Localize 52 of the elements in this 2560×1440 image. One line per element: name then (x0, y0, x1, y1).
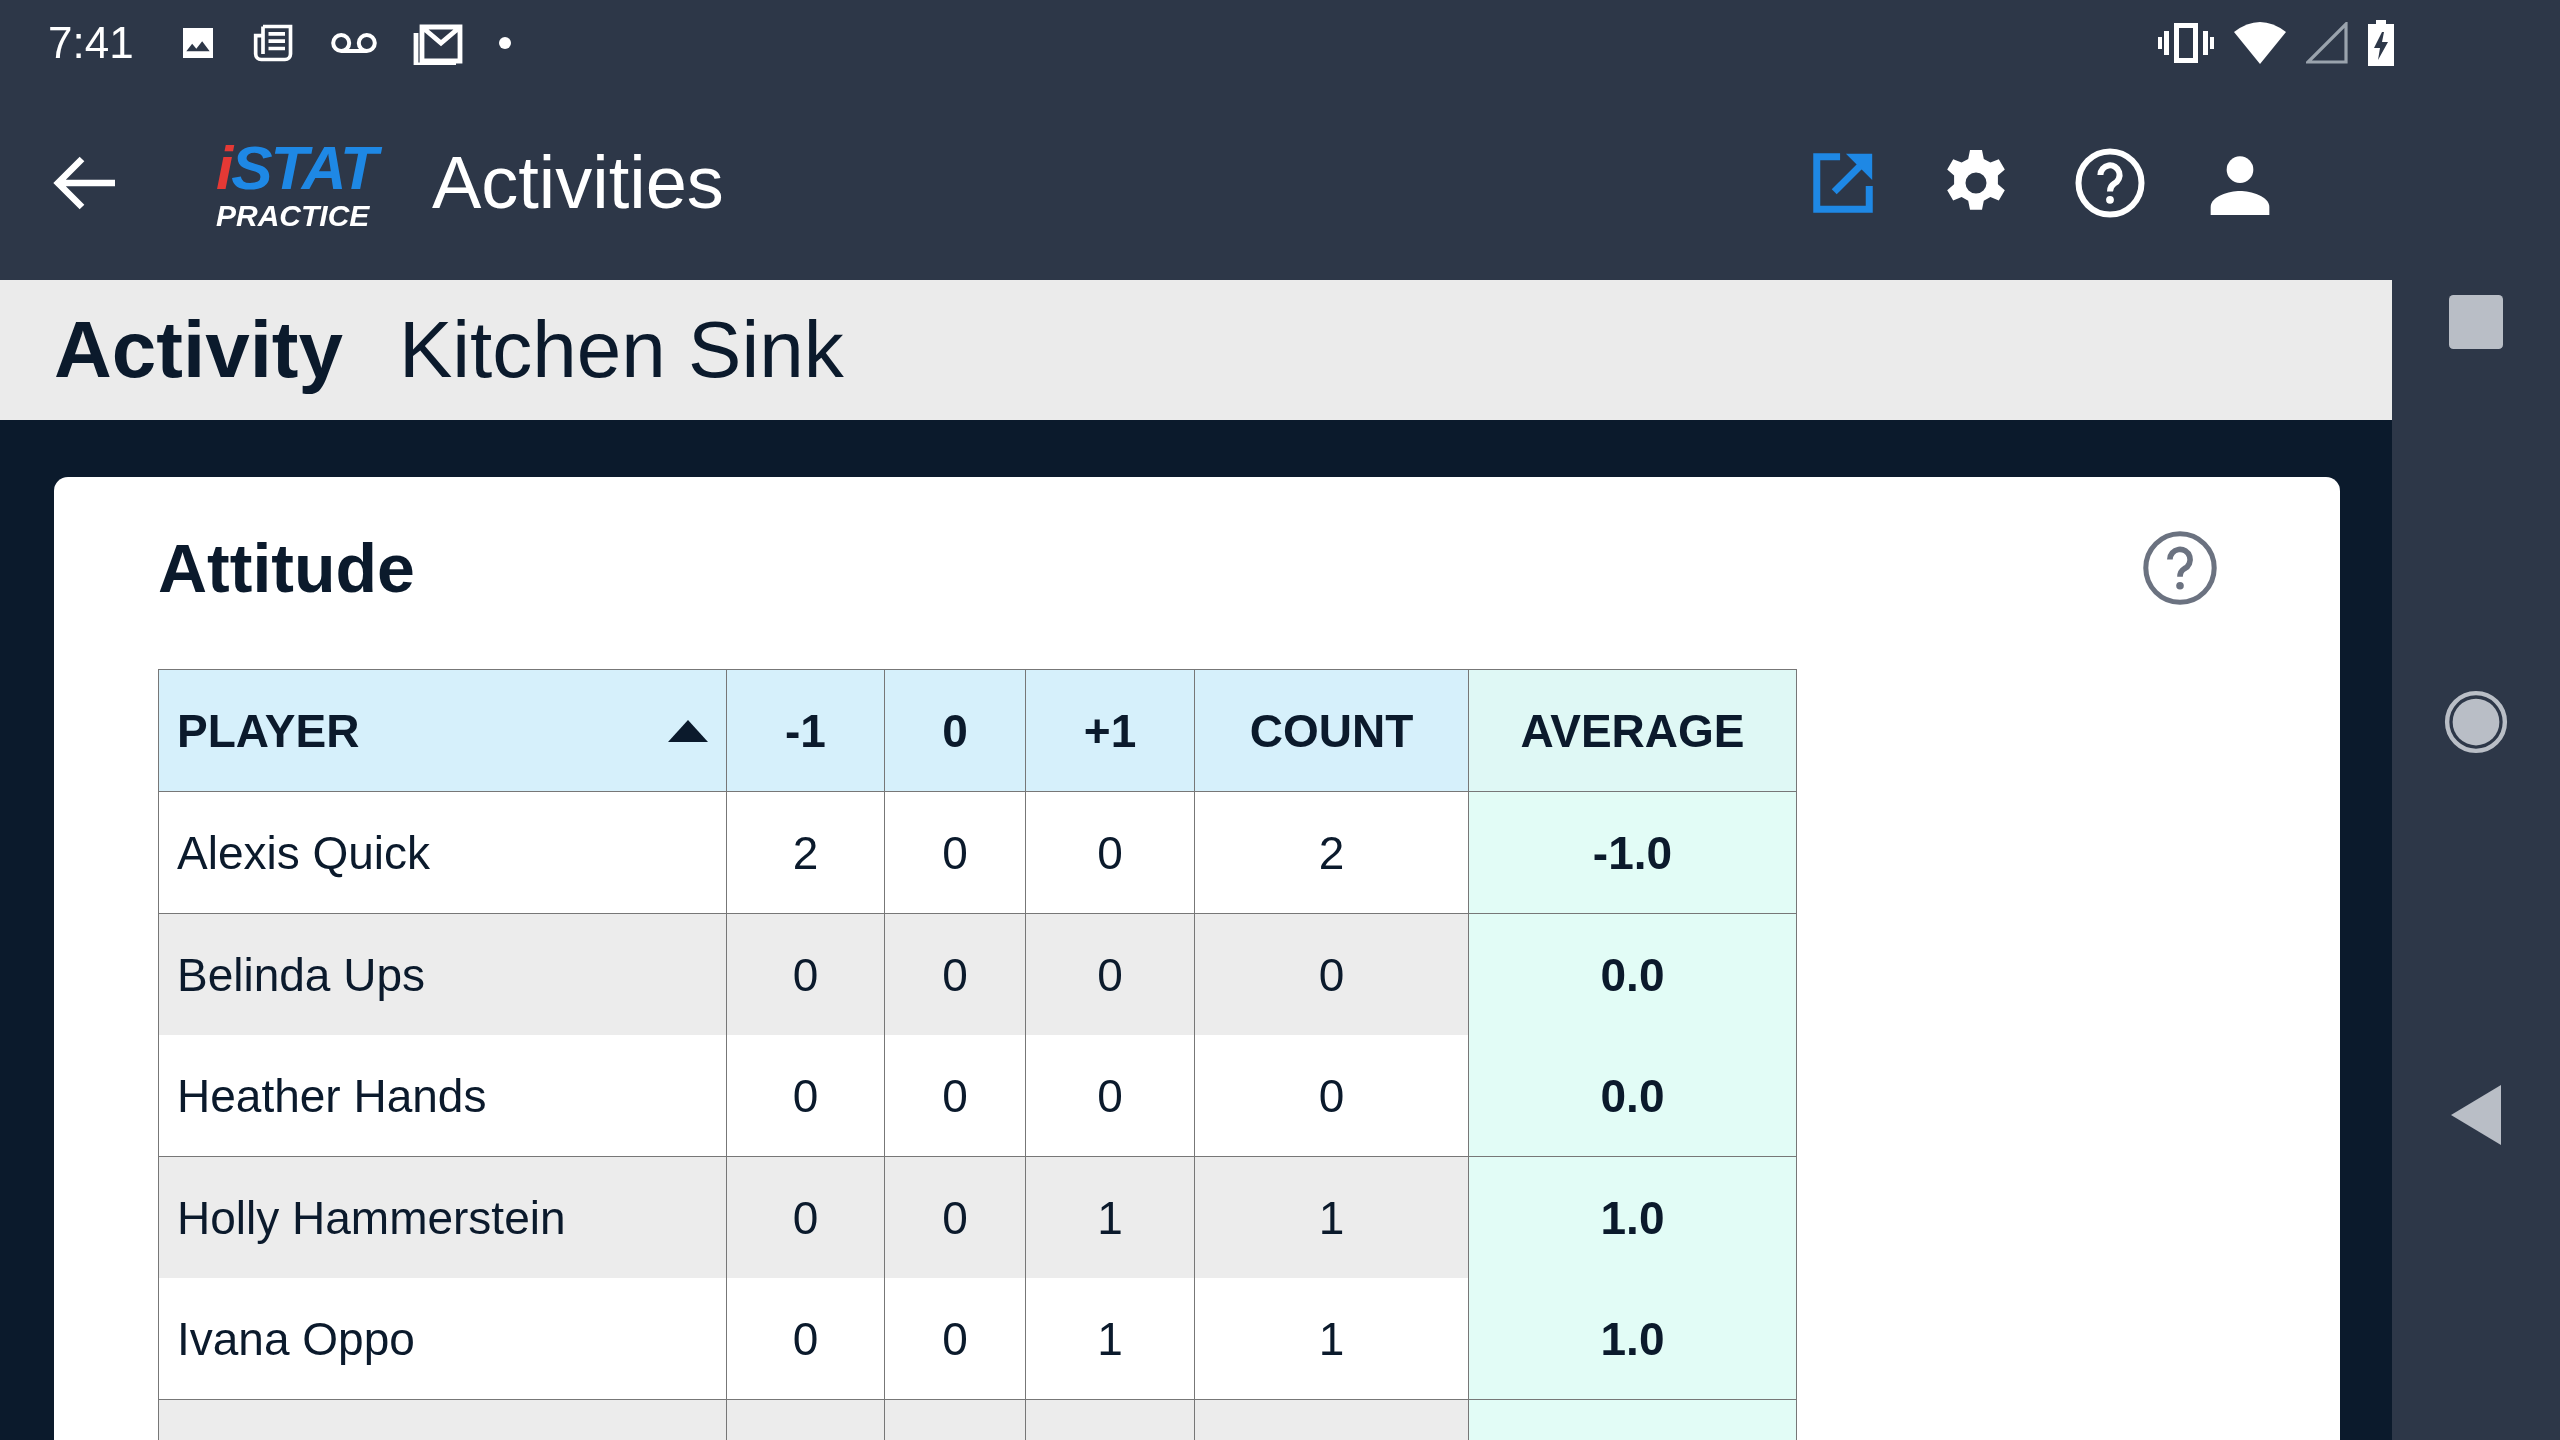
activity-label: Activity (54, 304, 343, 396)
table-cell: 0 (884, 1035, 1026, 1157)
table-cell: 2 (1194, 791, 1469, 914)
average-cell: 0.0 (1468, 1035, 1797, 1157)
activity-name: Kitchen Sink (399, 304, 844, 396)
column-header[interactable]: +1 (1025, 669, 1195, 792)
average-cell: 1.0 (1468, 1156, 1797, 1278)
column-header[interactable]: -1 (726, 669, 885, 792)
column-header[interactable]: PLAYER (158, 669, 727, 792)
wifi-icon (2234, 21, 2286, 64)
table-cell: 0 (726, 1278, 885, 1400)
table-cell: 2 (726, 791, 885, 914)
table-cell: 0 (884, 1156, 1026, 1278)
home-icon[interactable] (2443, 689, 2509, 755)
table-cell: 1 (1025, 1278, 1195, 1400)
table-cell: 0 (1025, 1035, 1195, 1157)
table-cell: 0 (1194, 913, 1469, 1035)
player-cell: Alexis Quick (158, 791, 727, 914)
player-cell: Heather Hands (158, 1035, 727, 1157)
table-cell: 0 (1025, 913, 1195, 1035)
average-cell: 0.0 (1468, 913, 1797, 1035)
table-cell: 0 (1194, 1035, 1469, 1157)
column-header-label: PLAYER (177, 703, 360, 758)
column-header[interactable]: 0 (884, 669, 1026, 792)
dot-icon (497, 35, 512, 50)
vibrate-icon (2158, 22, 2214, 63)
table-cell: 1 (1025, 1156, 1195, 1278)
player-cell: Holly Hammerstein (158, 1156, 727, 1278)
column-header[interactable]: AVERAGE (1468, 669, 1797, 792)
table-cell: 0 (726, 1035, 885, 1157)
table-cell: 0 (884, 791, 1026, 914)
battery-charging-icon (2368, 19, 2394, 66)
average-cell: -1.0 (1468, 791, 1797, 914)
table-cell: 0 (1025, 791, 1195, 914)
back-icon[interactable] (2450, 1085, 2502, 1145)
istat-logo: iSTAT PRACTICE (208, 129, 384, 236)
signal-icon (2306, 21, 2348, 64)
table-cell: 0 (726, 913, 885, 1035)
table-cell: 1 (1194, 1278, 1469, 1400)
player-cell: Belinda Ups (158, 913, 727, 1035)
help-icon[interactable] (2074, 146, 2146, 219)
table-cell: 0 (884, 913, 1026, 1035)
player-cell: Ivana Oppo (158, 1278, 727, 1400)
status-time: 7:41 (48, 17, 134, 68)
table-cell: 1 (1194, 1156, 1469, 1278)
table-cell: 0 (726, 1156, 885, 1278)
column-header[interactable]: COUNT (1194, 669, 1469, 792)
sort-ascending-icon[interactable] (668, 719, 708, 742)
card-title: Attitude (158, 529, 415, 607)
app-title: Activities (431, 140, 724, 225)
table-cell: 0 (884, 1278, 1026, 1400)
average-cell: 1.0 (1468, 1278, 1797, 1400)
